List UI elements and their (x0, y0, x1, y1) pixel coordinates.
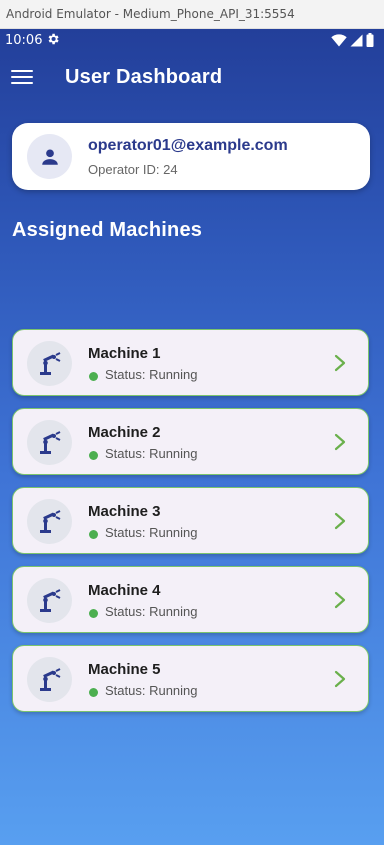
section-title: Assigned Machines (12, 219, 203, 241)
emulator-window-title: Android Emulator - Medium_Phone_API_31:5… (0, 0, 384, 29)
robot-arm-icon (27, 578, 72, 623)
status-icons (331, 33, 374, 47)
gear-icon (48, 33, 59, 45)
wifi-icon (331, 33, 347, 46)
machine-card[interactable]: Machine 2 Status: Running (12, 408, 369, 475)
machine-status: Status: Running (105, 446, 198, 461)
robot-arm-icon (27, 657, 72, 702)
phone-screen: 10:06 User Dashboard operator01@example.… (0, 29, 384, 845)
machine-name: Machine 1 (88, 345, 161, 362)
machine-status: Status: Running (105, 367, 198, 382)
robot-arm-icon (27, 499, 72, 544)
chevron-right-icon (334, 512, 346, 530)
status-dot (89, 530, 98, 539)
page-title: User Dashboard (65, 66, 223, 88)
battery-icon (366, 33, 374, 47)
machine-card[interactable]: Machine 5 Status: Running (12, 645, 369, 712)
chevron-right-icon (334, 670, 346, 688)
machine-name: Machine 5 (88, 661, 161, 678)
profile-email: operator01@example.com (88, 137, 288, 154)
machine-name: Machine 4 (88, 582, 161, 599)
chevron-right-icon (334, 354, 346, 372)
status-dot (89, 609, 98, 618)
app-bar: User Dashboard (0, 53, 384, 103)
machine-status: Status: Running (105, 525, 198, 540)
status-dot (89, 372, 98, 381)
machine-name: Machine 3 (88, 503, 161, 520)
machine-card[interactable]: Machine 4 Status: Running (12, 566, 369, 633)
chevron-right-icon (334, 591, 346, 609)
status-dot (89, 688, 98, 697)
chevron-right-icon (334, 433, 346, 451)
machine-card[interactable]: Machine 1 Status: Running (12, 329, 369, 396)
status-time: 10:06 (5, 33, 43, 48)
profile-card: operator01@example.com Operator ID: 24 (12, 123, 370, 190)
machine-status: Status: Running (105, 683, 198, 698)
machine-name: Machine 2 (88, 424, 161, 441)
person-icon (27, 134, 72, 179)
status-bar: 10:06 (0, 29, 384, 53)
menu-icon[interactable] (11, 67, 33, 87)
signal-icon (350, 34, 363, 46)
machine-status: Status: Running (105, 604, 198, 619)
status-dot (89, 451, 98, 460)
robot-arm-icon (27, 341, 72, 386)
robot-arm-icon (27, 420, 72, 465)
profile-operator-id: Operator ID: 24 (88, 162, 178, 177)
machine-card[interactable]: Machine 3 Status: Running (12, 487, 369, 554)
